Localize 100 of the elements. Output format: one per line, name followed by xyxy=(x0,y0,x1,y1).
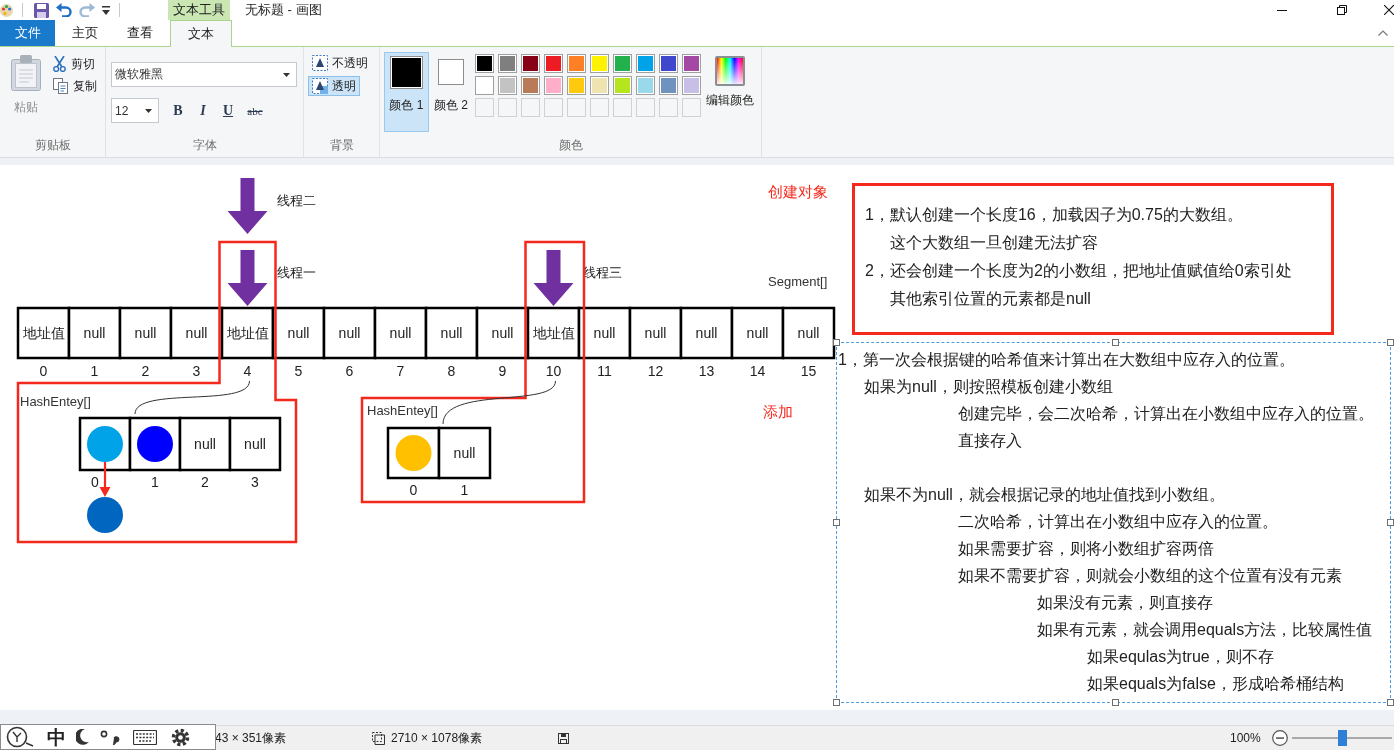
resize-handle[interactable] xyxy=(1387,339,1394,346)
index-label: 2 xyxy=(201,474,209,490)
empty-color-slot[interactable] xyxy=(590,98,609,117)
color-swatch[interactable] xyxy=(521,54,540,73)
array-cell: null xyxy=(271,306,326,360)
font-size-dropdown[interactable]: 12 xyxy=(111,98,159,123)
array-cell: 地址值 xyxy=(16,306,71,360)
color-swatch[interactable] xyxy=(636,54,655,73)
color-swatch[interactable] xyxy=(567,76,586,95)
color-swatch[interactable] xyxy=(613,54,632,73)
color-slot-button[interactable]: 颜色 2 xyxy=(430,52,472,132)
array-cell: null xyxy=(781,306,836,360)
note-line: 如果不为null，就会根据记录的地址值找到小数组。 xyxy=(863,485,1225,505)
group-label: 背景 xyxy=(328,137,355,154)
selection-size-text: 2710 × 1078像素 xyxy=(391,729,483,747)
close-icon[interactable] xyxy=(1384,5,1394,15)
empty-color-slot[interactable] xyxy=(498,98,517,117)
color-swatch[interactable] xyxy=(498,54,517,73)
note-line: 1，第一次会根据键的哈希值来计算出在大数组中应存入的位置。 xyxy=(838,350,1295,370)
array-cell: null xyxy=(730,306,785,360)
resize-handle[interactable] xyxy=(833,699,840,706)
color-swatch[interactable] xyxy=(590,76,609,95)
empty-color-slot[interactable] xyxy=(475,98,494,117)
save-icon[interactable] xyxy=(34,2,49,18)
file-menu-tab[interactable]: 文件 xyxy=(0,20,55,46)
edit-colors-button[interactable]: 编辑颜色 xyxy=(704,52,756,109)
ribbon-tab[interactable]: 主页 xyxy=(57,20,112,46)
copy-button[interactable]: 复制 xyxy=(50,75,100,97)
index-label: 1 xyxy=(460,482,469,498)
input-mode-button[interactable]: 中 xyxy=(47,725,66,749)
keyboard-icon[interactable] xyxy=(133,729,157,745)
collapse-ribbon-icon[interactable] xyxy=(1378,30,1388,36)
resize-handle[interactable] xyxy=(1112,699,1119,706)
font-family-dropdown[interactable]: 微软雅黑 xyxy=(111,62,297,87)
color-swatch[interactable] xyxy=(659,76,678,95)
restore-icon[interactable] xyxy=(1337,5,1347,15)
array-cell: null xyxy=(424,306,479,360)
index-label: 13 xyxy=(698,363,715,379)
ribbon-tab[interactable]: 查看 xyxy=(112,20,167,46)
resize-handle[interactable] xyxy=(1112,339,1119,346)
customize-caret-icon[interactable] xyxy=(102,5,110,15)
color-swatch[interactable] xyxy=(613,76,632,95)
strikethrough-button[interactable]: abc xyxy=(242,99,268,122)
empty-color-slot[interactable] xyxy=(613,98,632,117)
color-swatch[interactable] xyxy=(544,54,563,73)
punctuation-icon[interactable] xyxy=(100,729,120,745)
array-cell: null xyxy=(437,426,492,480)
color-swatch[interactable] xyxy=(659,54,678,73)
undo-icon[interactable] xyxy=(56,3,72,17)
color-slot-button[interactable]: 颜色 1 xyxy=(384,52,429,132)
section-label: 添加 xyxy=(763,403,793,420)
background-option[interactable]: 不透明 xyxy=(308,53,372,73)
minimize-icon[interactable] xyxy=(1277,9,1287,11)
index-label: 15 xyxy=(800,363,817,379)
color-swatch[interactable] xyxy=(682,76,701,95)
bold-button[interactable]: B xyxy=(167,99,189,122)
underline-button[interactable]: U xyxy=(217,99,239,122)
index-label: 10 xyxy=(545,363,562,379)
slider-thumb[interactable] xyxy=(1338,730,1347,746)
cut-button[interactable]: 剪切 xyxy=(50,53,100,75)
color-swatch[interactable] xyxy=(636,76,655,95)
resize-handle[interactable] xyxy=(833,339,840,346)
empty-color-slot[interactable] xyxy=(636,98,655,117)
resize-handle[interactable] xyxy=(833,519,840,526)
ribbon-tab[interactable]: 文本 xyxy=(170,20,232,47)
moon-icon[interactable] xyxy=(76,729,89,745)
color-swatch[interactable] xyxy=(567,54,586,73)
caret-icon xyxy=(145,108,152,113)
empty-color-slot[interactable] xyxy=(659,98,678,117)
color-swatch[interactable] xyxy=(498,76,517,95)
resize-handle[interactable] xyxy=(1387,699,1394,706)
empty-color-slot[interactable] xyxy=(682,98,701,117)
paint-palette-icon[interactable] xyxy=(0,3,13,17)
color-swatch[interactable] xyxy=(682,54,701,73)
index-label: 6 xyxy=(345,363,354,379)
zoom-out-icon[interactable] xyxy=(1272,730,1288,746)
group-label: 颜色 xyxy=(557,137,584,154)
index-label: 8 xyxy=(447,363,456,379)
index-label: 11 xyxy=(597,363,612,379)
color-swatch[interactable] xyxy=(544,76,563,95)
empty-color-slot[interactable] xyxy=(521,98,540,117)
background-option[interactable]: 透明 xyxy=(308,76,360,96)
resize-handle[interactable] xyxy=(1387,519,1394,526)
array-cell: null xyxy=(322,306,377,360)
thread-arrow xyxy=(227,178,268,234)
thread-label: 线程一 xyxy=(276,265,316,280)
color-swatch[interactable] xyxy=(475,76,494,95)
array-cell: null xyxy=(118,306,173,360)
index-label: 12 xyxy=(647,363,664,379)
ime-logo-icon[interactable] xyxy=(6,726,34,748)
empty-color-slot[interactable] xyxy=(544,98,563,117)
empty-color-slot[interactable] xyxy=(567,98,586,117)
italic-button[interactable]: I xyxy=(192,99,214,122)
color-swatch[interactable] xyxy=(521,76,540,95)
index-label: 0 xyxy=(39,363,48,379)
color-swatch[interactable] xyxy=(475,54,494,73)
text-edit-box[interactable] xyxy=(836,342,1391,703)
array-cell: null xyxy=(628,306,683,360)
color-swatch[interactable] xyxy=(590,54,609,73)
settings-icon[interactable] xyxy=(171,727,190,747)
